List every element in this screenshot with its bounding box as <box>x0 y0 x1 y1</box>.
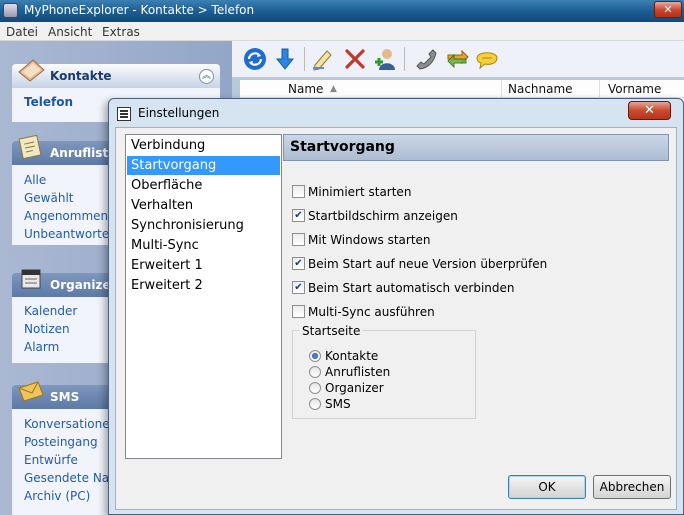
dialog-title: Einstellungen <box>138 106 220 120</box>
app-title: MyPhoneExplorer - Kontakte > Telefon <box>24 3 255 17</box>
sidebar-item-alle[interactable]: Alle <box>24 173 46 187</box>
category-multi-sync[interactable]: Multi-Sync <box>127 236 280 255</box>
settings-list-icon <box>117 107 131 121</box>
edit-pencil-icon[interactable] <box>310 46 336 72</box>
sms-envelope-icon <box>18 381 44 402</box>
radio-button[interactable] <box>309 350 321 362</box>
checkbox-label: Beim Start auf neue Version überprüfen <box>308 257 548 271</box>
sidebar-item-posteingang[interactable]: Posteingang <box>24 435 98 449</box>
group-title: Kontakte <box>50 69 112 83</box>
startseite-legend: Startseite <box>299 324 364 338</box>
refresh-icon[interactable] <box>242 46 268 72</box>
toolbar <box>232 41 684 77</box>
menu-bar: Datei Ansicht Extras <box>0 22 684 41</box>
sidebar-item-alarm[interactable]: Alarm <box>24 340 59 354</box>
startseite-group: Startseite Kontakte Anruflisten Organize… <box>292 324 476 419</box>
settings-dialog: Einstellungen ✕ Verbindung Startvorgang … <box>108 98 684 515</box>
cancel-button[interactable]: Abbrechen <box>593 475 671 499</box>
radio-button[interactable] <box>309 366 321 378</box>
category-erweitert-1[interactable]: Erweitert 1 <box>127 256 280 275</box>
radio-button[interactable] <box>309 382 321 394</box>
toolbar-separator <box>404 47 405 71</box>
panel-title: Startvorgang <box>283 134 669 161</box>
app-icon <box>3 3 18 18</box>
group-title: Anrufliste <box>50 146 117 160</box>
category-verbindung[interactable]: Verbindung <box>127 136 280 155</box>
sidebar-item-kalender[interactable]: Kalender <box>24 304 77 318</box>
checkbox-box[interactable] <box>292 233 305 246</box>
close-window-button[interactable]: ✕ <box>654 1 682 18</box>
delete-x-icon[interactable] <box>342 46 368 72</box>
organizer-icon <box>21 269 41 289</box>
checkbox-box[interactable]: ✔ <box>292 209 305 222</box>
radio-button[interactable] <box>309 398 321 410</box>
radio-label: Kontakte <box>325 349 379 363</box>
sidebar-item-gewaehlt[interactable]: Gewählt <box>24 191 74 205</box>
group-kontakte-header[interactable]: Kontakte ︽ <box>12 59 220 88</box>
column-name[interactable]: Name <box>288 82 323 96</box>
category-erweitert-2[interactable]: Erweitert 2 <box>127 276 280 295</box>
checkbox-box[interactable] <box>292 185 305 198</box>
sidebar-item-notizen[interactable]: Notizen <box>24 322 70 336</box>
column-nachname[interactable]: Nachname <box>508 82 573 96</box>
column-vorname[interactable]: Vorname <box>608 82 661 96</box>
checkbox-label: Multi-Sync ausführen <box>308 305 435 319</box>
ok-button[interactable]: OK <box>508 475 586 499</box>
group-title: SMS <box>50 390 80 404</box>
radio-label: SMS <box>325 397 351 411</box>
category-oberflaeche[interactable]: Oberfläche <box>127 176 280 195</box>
checkbox-box[interactable]: ✔ <box>292 257 305 270</box>
sync-arrows-icon[interactable] <box>444 46 470 72</box>
column-separator[interactable] <box>501 80 502 98</box>
add-contact-icon[interactable] <box>372 46 398 72</box>
checkbox-box[interactable]: ✔ <box>292 281 305 294</box>
contacts-book-icon <box>18 59 45 82</box>
sidebar-item-unbeantwortet[interactable]: Unbeantwortet <box>24 227 114 241</box>
category-synchronisierung[interactable]: Synchronisierung <box>127 216 280 235</box>
checkbox-label: Minimiert starten <box>308 185 412 199</box>
settings-category-list[interactable]: Verbindung Startvorgang Oberfläche Verha… <box>125 134 282 459</box>
sidebar-item-telefon[interactable]: Telefon <box>24 95 73 109</box>
contacts-list-header: Name ▲ Nachname Vorname <box>240 80 684 98</box>
app-titlebar: MyPhoneExplorer - Kontakte > Telefon ✕ <box>0 0 684 22</box>
category-verhalten[interactable]: Verhalten <box>127 196 280 215</box>
checkbox-label: Mit Windows starten <box>308 233 431 247</box>
download-arrow-icon[interactable] <box>272 46 298 72</box>
collapse-icon[interactable]: ︽ <box>199 69 214 84</box>
menu-datei[interactable]: Datei <box>6 25 38 39</box>
settings-panel: Startvorgang Minimiert starten ✔ Startbi… <box>283 134 669 459</box>
checkbox-label: Startbildschirm anzeigen <box>308 209 458 223</box>
dialog-close-button[interactable]: ✕ <box>628 101 671 120</box>
sidebar-item-archiv[interactable]: Archiv (PC) <box>24 489 90 503</box>
category-startvorgang[interactable]: Startvorgang <box>127 156 280 175</box>
sort-ascending-icon: ▲ <box>330 84 337 94</box>
checkbox-label: Beim Start automatisch verbinden <box>308 281 515 295</box>
chat-bubble-icon[interactable] <box>474 46 500 72</box>
phone-call-icon[interactable] <box>412 46 438 72</box>
sidebar-item-konversationen[interactable]: Konversationen <box>24 417 117 431</box>
dialog-body: Verbindung Startvorgang Oberfläche Verha… <box>115 127 677 510</box>
sidebar-item-entwuerfe[interactable]: Entwürfe <box>24 453 78 467</box>
radio-label: Organizer <box>325 381 384 395</box>
menu-ansicht[interactable]: Ansicht <box>48 25 92 39</box>
menu-extras[interactable]: Extras <box>102 25 140 39</box>
toolbar-separator <box>304 47 305 71</box>
call-list-icon <box>18 135 42 159</box>
checkbox-box[interactable] <box>292 305 305 318</box>
radio-label: Anruflisten <box>325 365 391 379</box>
column-separator[interactable] <box>599 80 600 98</box>
sidebar-item-angenommen[interactable]: Angenommen <box>24 209 108 223</box>
group-title: Organizer <box>50 278 117 292</box>
